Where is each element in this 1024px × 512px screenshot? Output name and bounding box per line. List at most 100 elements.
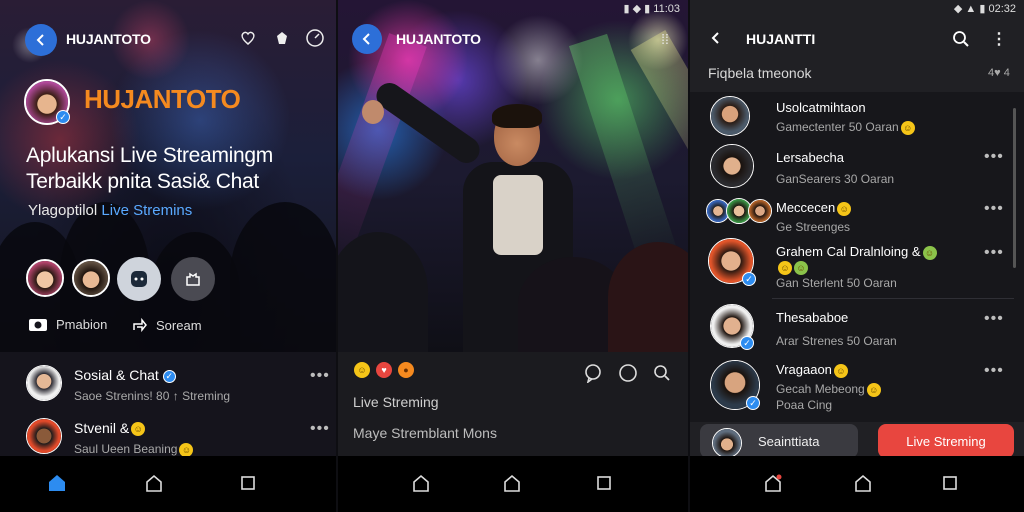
- list-item[interactable]: ✓ Thesababoe Arar Strenes 50 Oaran •••: [690, 302, 1024, 354]
- header-title: HUJANTOTO: [396, 31, 481, 47]
- emoji-icon: ☺: [922, 245, 937, 260]
- emoji-icon: ☺: [179, 442, 194, 457]
- home-outline-icon[interactable]: [408, 470, 434, 496]
- host-avatar[interactable]: [26, 259, 64, 297]
- comment-icon[interactable]: [582, 362, 604, 384]
- tagline-link[interactable]: Live Stremins: [101, 202, 192, 219]
- list-item-name: Sosial & Chat ✓: [74, 367, 176, 383]
- more-vertical-icon[interactable]: ⋮: [991, 28, 1007, 50]
- reactions: ☺ ♥ ●: [354, 362, 414, 378]
- live-label: Live Streming: [353, 394, 439, 410]
- more-icon[interactable]: •••: [984, 200, 1004, 218]
- home-outline-icon[interactable]: [499, 470, 525, 496]
- user-avatar: [710, 96, 750, 136]
- share-icon: [133, 317, 147, 333]
- performer-shirt: [493, 175, 543, 255]
- emoji-icon: ☺: [837, 201, 852, 216]
- share-label: Soream: [156, 317, 202, 333]
- list-item-name: Lersabecha: [776, 150, 844, 165]
- verified-badge-icon: ✓: [740, 336, 754, 350]
- stream-list: Usolcatmihtaon Gamectenter 50 Oaran ☺ Ler…: [690, 92, 1024, 422]
- verified-badge-icon: ✓: [162, 369, 176, 383]
- timer-icon[interactable]: [304, 27, 326, 49]
- list-item[interactable]: Sosial & Chat ✓ Saoe Strenins! 80 ↑ Stre…: [0, 361, 336, 411]
- emoji-icon: ☺: [900, 120, 915, 135]
- list-item-sub: GanSearers 30 Oaran: [776, 172, 895, 186]
- list-item-sub: Saoe Strenins! 80 ↑ Streming: [74, 389, 231, 403]
- status-bar: ▮ ◆ ▮ 11:03: [623, 3, 680, 15]
- emoji-icon: ☺: [778, 260, 792, 275]
- gem-icon[interactable]: [272, 28, 292, 48]
- search-icon[interactable]: [950, 28, 972, 50]
- fire-emoji-icon[interactable]: ●: [398, 362, 414, 378]
- list-item[interactable]: Usolcatmihtaon Gamectenter 50 Oaran ☺: [690, 92, 1024, 140]
- emoji-icon: ☺: [833, 363, 848, 378]
- list-item-sub: Gan Sterlent 50 Oaran: [776, 276, 897, 290]
- back-icon[interactable]: [706, 28, 726, 48]
- search-icon[interactable]: [651, 362, 673, 384]
- more-icon[interactable]: •••: [310, 367, 330, 385]
- tagline-text: Ylagoptilol: [28, 202, 98, 219]
- scrollbar[interactable]: [1013, 108, 1016, 268]
- more-icon[interactable]: •••: [984, 244, 1004, 262]
- smile-emoji-icon[interactable]: ☺: [354, 362, 370, 378]
- list-item-sub: Ge Streenges: [776, 220, 851, 234]
- status-time: 11:03: [653, 3, 680, 15]
- refresh-icon[interactable]: [617, 362, 639, 384]
- square-icon[interactable]: [235, 470, 261, 496]
- list-item[interactable]: ✓ Grahem Cal Dralnloing & ☺ ☺ ☺ Gan Sterle…: [690, 236, 1024, 298]
- tagline: Ylagoptilol Live Stremins: [28, 202, 192, 219]
- more-icon[interactable]: •••: [984, 148, 1004, 166]
- square-icon[interactable]: [937, 470, 963, 496]
- gift-button[interactable]: [171, 257, 215, 301]
- user-avatar: [748, 199, 772, 223]
- live-streaming-button[interactable]: Live Streming: [878, 424, 1014, 458]
- social-chat-button[interactable]: Seainttiata: [700, 424, 858, 458]
- home-outline-icon[interactable]: [850, 470, 876, 496]
- list-item-name: Meccecen ☺: [776, 200, 852, 216]
- chat-bubble-icon: [131, 271, 147, 287]
- brand-name: HUJANTOTO: [84, 84, 241, 114]
- list-item[interactable]: Meccecen ☺ Ge Streenges •••: [690, 194, 1024, 236]
- grid-dots-icon[interactable]: ⁞⁞: [656, 30, 674, 48]
- back-button[interactable]: [352, 24, 382, 54]
- social-chat-label: Seainttiata: [758, 434, 820, 449]
- user-avatar: [712, 428, 742, 458]
- section-subtitle: Fiqbela tmeonok: [708, 65, 812, 81]
- chat-button[interactable]: [117, 257, 161, 301]
- panel-home: HUJANTOTO ✓ HUJANTOTO Aplukansi Live Str…: [0, 0, 336, 512]
- action-bar: Seainttiata Live Streming: [700, 424, 1014, 458]
- headline-line2: Terbaikk pnita Sasi& Chat: [26, 170, 259, 193]
- heart-icon[interactable]: [238, 28, 258, 48]
- list-item[interactable]: Lersabecha GanSearers 30 Oaran •••: [690, 140, 1024, 194]
- crowd-silhouette: [230, 202, 336, 352]
- host-avatar[interactable]: [72, 259, 110, 297]
- emoji-icon: ☺: [131, 422, 146, 437]
- list-item-sub: Gamectenter 50 Oaran ☺: [776, 120, 915, 135]
- panel-stream-list: ◆ ▲ ▮ 02:32 HUJANTTI ⋮ Fiqbela tmeonok 4…: [690, 0, 1024, 512]
- header-title: HUJANTOTO: [66, 31, 151, 47]
- back-button[interactable]: [25, 24, 57, 56]
- list-item-sub: Gecah Mebeong ☺: [776, 382, 881, 397]
- list-item-sub: Saul Ueen Beaning ☺: [74, 442, 194, 457]
- more-icon[interactable]: •••: [310, 420, 330, 438]
- home-outline-icon[interactable]: [760, 470, 786, 496]
- home-outline-icon[interactable]: [141, 470, 167, 496]
- crowd-silhouette: [338, 232, 428, 352]
- header-title: HUJANTTI: [746, 31, 816, 47]
- list-item-name: Grahem Cal Dralnloing & ☺: [776, 244, 937, 260]
- heart-emoji-icon[interactable]: ♥: [376, 362, 392, 378]
- headline-line1: Aplukansi Live Streamingm: [26, 144, 273, 167]
- promotion-action[interactable]: Pmabion: [28, 316, 107, 332]
- promotion-label: Pmabion: [56, 316, 108, 332]
- verified-badge-icon: ✓: [742, 272, 756, 286]
- status-bar: ◆ ▲ ▮ 02:32: [953, 3, 1016, 15]
- more-icon[interactable]: •••: [984, 362, 1004, 380]
- share-action[interactable]: Soream: [130, 316, 202, 334]
- more-icon[interactable]: •••: [984, 310, 1004, 328]
- home-icon[interactable]: [44, 470, 70, 496]
- square-icon[interactable]: [591, 470, 617, 496]
- list-item[interactable]: ✓ Vragaaon ☺ Gecah Mebeong ☺ Poaa Cing •••: [690, 356, 1024, 416]
- live-video[interactable]: [338, 0, 688, 352]
- headline: Aplukansi Live Streamingm Terbaikk pnita…: [26, 143, 273, 195]
